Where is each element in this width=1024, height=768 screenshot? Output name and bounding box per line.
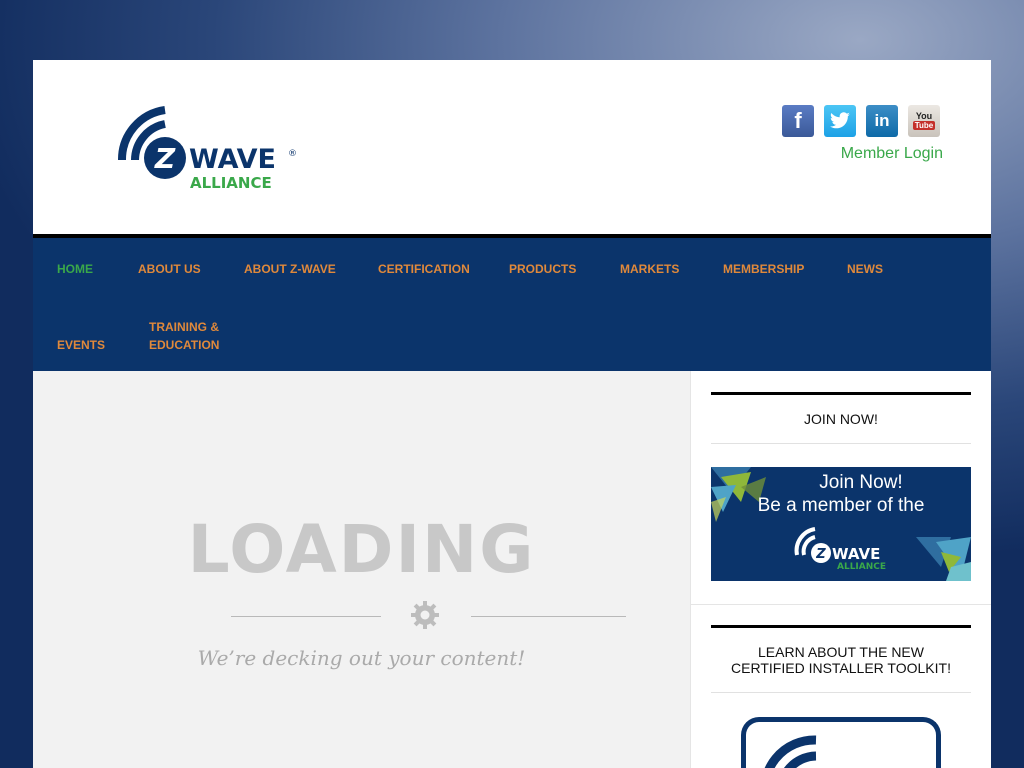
nav-item-training-education[interactable]: TRAINING & EDUCATION <box>149 318 219 354</box>
member-login-link[interactable]: Member Login <box>841 145 943 163</box>
logo-z: Z <box>154 142 176 175</box>
linkedin-icon[interactable]: in <box>866 105 898 137</box>
youtube-glyph-bottom: Tube <box>912 121 936 130</box>
social-icons: f in You Tube <box>782 105 940 137</box>
toolkit-heading-line1: LEARN ABOUT THE NEW <box>758 644 924 660</box>
facebook-icon[interactable]: f <box>782 105 814 137</box>
nav-item-membership[interactable]: MEMBERSHIP <box>723 260 804 278</box>
banner-line2: Be a member of the <box>757 495 925 516</box>
installer-toolkit-image[interactable] <box>741 717 941 768</box>
nav-item-products[interactable]: PRODUCTS <box>509 260 576 278</box>
logo-wave: WAVE <box>189 144 276 175</box>
sidebar: JOIN NOW! Z WAVE ALLIANCE Join Now! Be a… <box>690 371 991 768</box>
facebook-glyph: f <box>794 108 802 133</box>
svg-text:Z: Z <box>815 547 826 562</box>
page-container: Z WAVE ® ALLIANCE f in You Tube Member L… <box>33 60 991 768</box>
divider-left <box>231 616 381 617</box>
logo-alliance: ALLIANCE <box>190 174 272 192</box>
nav-item-events[interactable]: EVENTS <box>57 336 105 354</box>
nav-item-news[interactable]: NEWS <box>847 260 883 278</box>
banner-logo-wave: WAVE <box>832 545 880 563</box>
banner-logo-alliance: ALLIANCE <box>837 562 886 572</box>
nav-item-about-zwave[interactable]: ABOUT Z-WAVE <box>244 260 336 278</box>
zwave-alliance-logo[interactable]: Z WAVE ® ALLIANCE <box>110 102 300 192</box>
main-content: LOADING We’re decking out your content! <box>33 371 690 768</box>
loading-tagline: We’re decking out your content! <box>197 646 526 670</box>
main-nav: HOME ABOUT US ABOUT Z-WAVE CERTIFICATION… <box>33 234 991 371</box>
nav-item-home[interactable]: HOME <box>57 260 93 278</box>
nav-item-about-us[interactable]: ABOUT US <box>138 260 201 278</box>
join-now-heading: JOIN NOW! <box>711 392 971 444</box>
widget-separator <box>691 604 991 605</box>
twitter-icon[interactable] <box>824 105 856 137</box>
gear-icon <box>411 601 439 629</box>
banner-line1: Join Now! <box>819 472 903 493</box>
divider-right <box>471 616 626 617</box>
toolkit-heading-line2: CERTIFIED INSTALLER TOOLKIT! <box>731 660 951 676</box>
nav-training-line2: EDUCATION <box>149 338 220 352</box>
youtube-icon[interactable]: You Tube <box>908 105 940 137</box>
join-now-banner[interactable]: Z WAVE ALLIANCE Join Now! Be a member of… <box>711 467 971 581</box>
twitter-bird-icon <box>830 112 850 129</box>
toolkit-signal-icon <box>764 735 817 768</box>
linkedin-glyph: in <box>874 111 890 130</box>
nav-item-certification[interactable]: CERTIFICATION <box>378 260 470 278</box>
youtube-glyph-top: You <box>915 111 933 121</box>
toolkit-heading: LEARN ABOUT THE NEW CERTIFIED INSTALLER … <box>711 625 971 693</box>
nav-item-markets[interactable]: MARKETS <box>620 260 679 278</box>
nav-training-line1: TRAINING & <box>149 320 219 334</box>
logo-registered: ® <box>288 149 297 159</box>
loading-text: LOADING <box>187 511 536 588</box>
